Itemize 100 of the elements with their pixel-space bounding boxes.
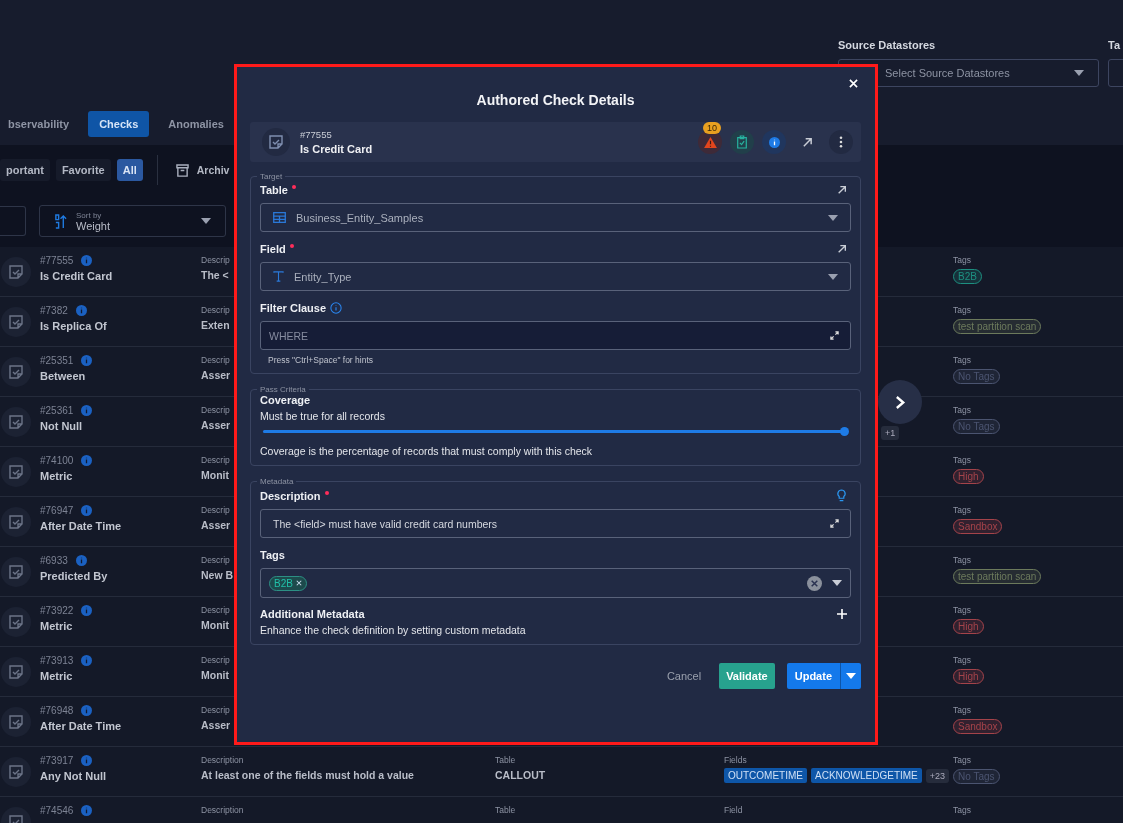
info-icon[interactable] [75, 305, 87, 316]
tab[interactable]: bservability [0, 111, 81, 137]
remove-icon[interactable] [295, 580, 302, 586]
check-name: Is Credit Card [300, 143, 374, 155]
expand-icon[interactable] [830, 519, 839, 528]
check-name[interactable]: Predicted By [40, 570, 108, 582]
info-icon[interactable] [81, 705, 93, 716]
tag: High [953, 669, 984, 684]
filter-chip[interactable]: Favorite [55, 159, 111, 181]
description-label: Descrip [201, 455, 230, 465]
check-name[interactable]: After Date Time [40, 520, 122, 532]
description-text: Monit [201, 469, 229, 481]
tags-label: Tags [953, 455, 971, 465]
check-name[interactable]: Is Replica Of [40, 320, 107, 332]
source-datastores-label: Source Datastores [838, 39, 937, 51]
fields-label: Field [724, 805, 743, 815]
update-button[interactable]: Update [786, 663, 840, 689]
section-legend: Pass Criteria [257, 385, 309, 394]
next-button[interactable] [878, 380, 922, 424]
section-legend: Metadata [257, 477, 297, 486]
check-name[interactable]: Metric [40, 670, 93, 682]
cancel-button[interactable]: Cancel [660, 670, 708, 682]
update-menu-button[interactable] [840, 663, 861, 689]
info-icon[interactable] [81, 805, 93, 816]
tag: High [953, 619, 984, 634]
more-menu-button[interactable] [829, 130, 853, 154]
filter-clause-field[interactable]: WHERE [260, 321, 851, 350]
info-icon[interactable] [81, 605, 93, 616]
field-select[interactable]: Entity_Type [260, 262, 851, 291]
info-icon[interactable] [81, 405, 93, 416]
description-label: Description [201, 755, 244, 765]
description-text: New B [201, 569, 234, 581]
description-label: Description [201, 805, 244, 815]
open-arrow-icon[interactable] [802, 136, 813, 148]
archive-label[interactable]: Archiv [196, 164, 230, 176]
check-name[interactable]: After Date Time [40, 720, 122, 732]
tag: Sandbox [953, 519, 1003, 534]
check-id: #74100 [40, 455, 74, 466]
description-label: Descrip [201, 705, 230, 715]
tag: No Tags [953, 419, 1000, 434]
check-name[interactable]: Metric [40, 470, 93, 482]
search-field[interactable] [0, 206, 26, 236]
filter-chip[interactable]: portant [0, 159, 50, 181]
info-icon[interactable] [81, 455, 93, 466]
open-arrow-icon[interactable] [837, 185, 847, 195]
info-icon [768, 136, 780, 148]
expand-icon[interactable] [830, 331, 839, 340]
info-icon[interactable] [81, 755, 93, 766]
clear-icon[interactable] [807, 575, 822, 591]
check-icon [262, 128, 290, 156]
info-icon[interactable] [330, 302, 343, 314]
description-label: Descrip [201, 655, 230, 665]
tag: No Tags [953, 769, 1000, 784]
check-name[interactable]: Is Credit Card [40, 270, 113, 282]
open-arrow-icon[interactable] [837, 244, 847, 254]
warning-button[interactable] [698, 130, 722, 154]
table-select[interactable]: Business_Entity_Samples [260, 203, 851, 232]
check-name[interactable]: Between [40, 370, 93, 382]
tag-chip[interactable]: B2B [269, 575, 307, 591]
info-icon[interactable] [81, 655, 93, 666]
description-field[interactable]: The <field> must have valid credit card numbers [260, 509, 851, 538]
info-icon[interactable] [81, 505, 93, 516]
add-icon[interactable] [837, 609, 847, 619]
description-label: Descrip [201, 305, 230, 315]
info-icon[interactable] [81, 255, 93, 266]
check-id: #6933 [40, 555, 68, 566]
description-text: Asser [201, 369, 231, 381]
tags-select[interactable]: B2B [260, 568, 851, 598]
check-name[interactable]: Metric [40, 620, 93, 632]
check-name[interactable]: Not Null [40, 420, 93, 432]
tags-label: Tags [953, 255, 971, 265]
clipboard-check-button[interactable] [730, 130, 754, 154]
hint-text: Press "Ctrl+Space" for hints [268, 355, 374, 365]
tags-label: Tags [953, 605, 971, 615]
field-label: Field [260, 243, 286, 255]
caret-icon [846, 673, 856, 679]
check-id: #74546 [40, 805, 74, 816]
sort-select[interactable]: Sort by Weight [39, 205, 226, 237]
description-label: Descrip [201, 555, 230, 565]
tag: B2B [953, 269, 982, 284]
check-name[interactable]: Any Not Null [40, 770, 106, 782]
lightbulb-icon[interactable] [836, 489, 847, 502]
description-text: Monit [201, 619, 229, 631]
info-icon[interactable] [75, 555, 87, 566]
warning-icon [703, 136, 717, 148]
text-type-icon [273, 271, 284, 282]
table-icon [273, 212, 286, 223]
tab[interactable]: Anomalies [157, 111, 235, 137]
info-button[interactable] [762, 130, 786, 154]
description-text: Asser [201, 419, 231, 431]
close-icon[interactable] [849, 79, 858, 88]
description-text: At least one of the fields must hold a value [201, 769, 414, 781]
tags-label: Tags [953, 355, 971, 365]
archive-icon[interactable] [175, 163, 189, 177]
check-id: #73913 [40, 655, 74, 666]
filter-chip[interactable]: All [116, 159, 143, 181]
tags-label: Tags [953, 805, 971, 815]
tags-label: Tags [953, 555, 971, 565]
tab[interactable]: Checks [88, 111, 150, 137]
info-icon[interactable] [81, 355, 93, 366]
